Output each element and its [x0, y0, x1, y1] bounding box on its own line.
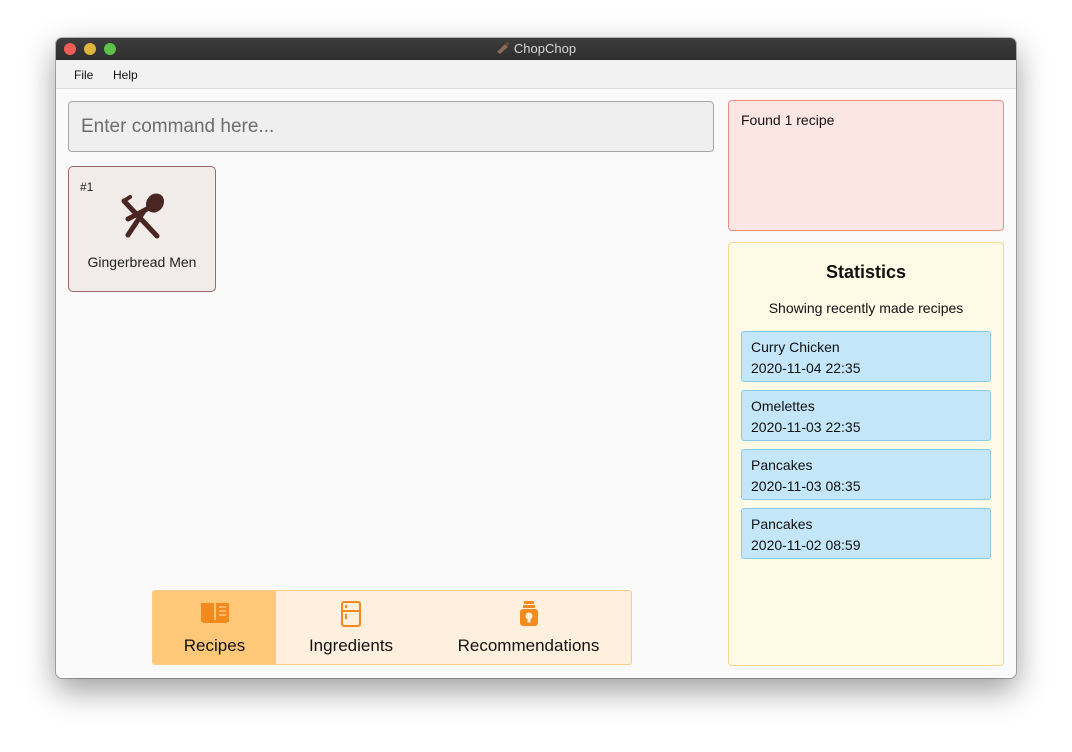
window-title: ChopChop: [513, 41, 577, 56]
title-bar[interactable]: ChopChop: [56, 38, 1016, 60]
tab-ingredients-label: Ingredients: [308, 636, 394, 655]
tab-recommendations-label: Recommendations: [457, 636, 600, 655]
stat-item[interactable]: Omelettes 2020-11-03 22:35: [741, 390, 991, 441]
recipe-card[interactable]: #1 Gingerbread Men: [68, 166, 216, 292]
stat-date: 2020-11-02 08:59: [751, 537, 861, 553]
stat-recipe-name: Curry Chicken: [751, 339, 840, 355]
result-text: Found 1 recipe: [741, 112, 835, 128]
app-window: ChopChop File Help #1 Gingerbread Men: [56, 38, 1016, 678]
fridge-icon: [340, 601, 362, 632]
menu-file[interactable]: File: [74, 68, 93, 82]
book-icon: [200, 601, 230, 630]
stat-recipe-name: Omelettes: [751, 398, 815, 414]
stat-date: 2020-11-04 22:35: [751, 360, 861, 376]
command-input[interactable]: [69, 102, 713, 151]
statistics-panel: Statistics Showing recently made recipes…: [728, 242, 1004, 666]
tab-recipes-label: Recipes: [183, 636, 246, 655]
stat-date: 2020-11-03 08:35: [751, 478, 861, 494]
tab-recommendations[interactable]: Recommendations: [426, 591, 631, 664]
command-box: [68, 101, 714, 152]
cutlery-icon: [116, 191, 170, 246]
chopping-knife-icon: [496, 41, 510, 58]
tab-ingredients[interactable]: Ingredients: [276, 591, 426, 664]
bulb-jar-icon: [519, 601, 539, 632]
stat-date: 2020-11-03 22:35: [751, 419, 861, 435]
stat-item[interactable]: Curry Chicken 2020-11-04 22:35: [741, 331, 991, 382]
stat-recipe-name: Pancakes: [751, 516, 813, 532]
statistics-subtitle: Showing recently made recipes: [768, 300, 964, 316]
stat-item[interactable]: Pancakes 2020-11-02 08:59: [741, 508, 991, 559]
result-display: Found 1 recipe: [728, 100, 1004, 231]
tab-bar: Recipes Ingredients Recommendations: [152, 590, 632, 665]
stat-item[interactable]: Pancakes 2020-11-03 08:35: [741, 449, 991, 500]
recipe-name: Gingerbread Men: [87, 254, 197, 270]
recipe-index: #1: [80, 180, 94, 194]
menu-help[interactable]: Help: [113, 68, 138, 82]
tab-recipes[interactable]: Recipes: [153, 591, 276, 664]
stat-recipe-name: Pancakes: [751, 457, 813, 473]
menu-bar: File Help: [56, 60, 1016, 89]
statistics-title: Statistics: [825, 262, 907, 282]
